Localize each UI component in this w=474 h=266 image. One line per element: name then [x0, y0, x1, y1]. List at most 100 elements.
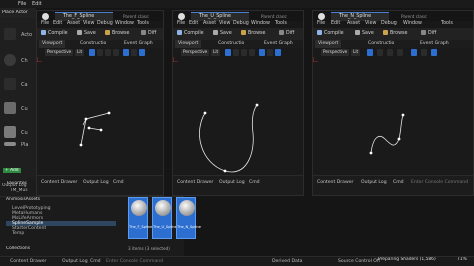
viewport[interactable]	[313, 57, 473, 175]
perspective-button[interactable]: Perspective	[45, 49, 74, 56]
move-mode-icon[interactable]	[233, 49, 239, 56]
compile-button[interactable]: Compile	[317, 30, 344, 38]
rotate-mode-icon[interactable]	[387, 49, 393, 56]
cmd-dropdown[interactable]: Cmd	[249, 180, 260, 185]
camera-icon[interactable]	[4, 78, 16, 90]
menu-edit[interactable]: Edit	[32, 1, 42, 7]
menu-window[interactable]: Window	[403, 21, 422, 26]
plane-icon[interactable]	[4, 142, 16, 146]
spline-point[interactable]	[99, 128, 103, 132]
grid-size-icon[interactable]	[131, 49, 137, 56]
menu-file[interactable]: File	[177, 21, 185, 26]
console-input[interactable]: Enter Console Command	[106, 259, 163, 264]
window-tab[interactable]: The_U_Spline	[191, 12, 249, 21]
cmd-dropdown[interactable]: Cmd	[113, 180, 124, 185]
tab-construction-script[interactable]: Constructio	[215, 40, 247, 48]
perspective-button[interactable]: Perspective	[321, 49, 350, 56]
rotation-snap-icon[interactable]	[431, 49, 437, 56]
save-button[interactable]: Save	[213, 30, 232, 38]
content-drawer-button[interactable]: Content Drawer	[41, 180, 77, 185]
actor-icon[interactable]	[4, 28, 16, 40]
tab-event-graph[interactable]: Event Graph	[121, 40, 156, 48]
menu-file[interactable]: File	[41, 21, 49, 26]
asset-tile[interactable]: The_U_Spline	[152, 197, 177, 239]
viewport[interactable]	[173, 57, 303, 175]
menu-view[interactable]: View	[219, 21, 230, 26]
scale-mode-icon[interactable]	[397, 49, 403, 56]
menu-view[interactable]: View	[365, 21, 376, 26]
console-input[interactable]: Enter Console Command	[411, 180, 468, 185]
grid-snap-icon[interactable]	[259, 49, 265, 56]
spline-point[interactable]	[84, 117, 88, 121]
spline-point[interactable]	[255, 103, 259, 107]
select-mode-icon[interactable]	[225, 49, 231, 56]
menu-debug[interactable]: Debug	[233, 21, 249, 26]
favorites-item[interactable]: TM_Mus	[10, 188, 28, 193]
spline-point[interactable]	[223, 169, 227, 173]
select-mode-icon[interactable]	[367, 49, 373, 56]
asset-tile[interactable]: The_F_Spline	[128, 197, 152, 239]
menu-edit[interactable]: Edit	[53, 21, 62, 26]
menu-debug[interactable]: Debug	[381, 21, 397, 26]
menu-file[interactable]: File	[317, 21, 325, 26]
move-mode-icon[interactable]	[377, 49, 383, 56]
output-log-button[interactable]: Output Log	[219, 180, 245, 185]
tab-construction-script[interactable]: Constructio	[365, 40, 397, 48]
spline-point[interactable]	[79, 143, 83, 147]
rotate-mode-icon[interactable]	[105, 49, 111, 56]
scale-mode-icon[interactable]	[249, 49, 255, 56]
browse-button[interactable]: Browse	[241, 30, 265, 38]
menu-asset[interactable]: Asset	[203, 21, 216, 26]
perspective-button[interactable]: Perspective	[181, 49, 210, 56]
menu-window[interactable]: Window	[115, 21, 134, 26]
content-drawer-button[interactable]: Content Drawer	[177, 180, 213, 185]
browse-button[interactable]: Browse	[383, 30, 407, 38]
menu-asset[interactable]: Asset	[67, 21, 80, 26]
rotation-snap-icon[interactable]	[275, 49, 281, 56]
save-button[interactable]: Save	[355, 30, 374, 38]
cmd-dropdown[interactable]: Cmd	[393, 180, 404, 185]
grid-size-icon[interactable]	[421, 49, 427, 56]
menu-tools[interactable]: Tools	[275, 21, 287, 26]
content-drawer-button[interactable]: Content Drawer	[317, 180, 353, 185]
spline-point[interactable]	[401, 113, 405, 117]
grid-snap-icon[interactable]	[411, 49, 417, 56]
source-control-button[interactable]: Source Control Off	[338, 259, 380, 264]
browse-button[interactable]: Browse	[105, 30, 129, 38]
tab-viewport[interactable]: Viewport	[315, 40, 342, 48]
move-mode-icon[interactable]	[97, 49, 103, 56]
diff-button[interactable]: Diff	[421, 30, 436, 38]
viewport[interactable]	[37, 57, 163, 175]
spline-point[interactable]	[107, 111, 111, 115]
menu-tools[interactable]: Tools	[137, 21, 149, 26]
menu-edit[interactable]: Edit	[331, 21, 340, 26]
lit-button[interactable]: Lit	[211, 49, 221, 56]
tab-event-graph[interactable]: Event Graph	[417, 40, 452, 48]
menu-window[interactable]: Window	[251, 21, 270, 26]
rotate-mode-icon[interactable]	[241, 49, 247, 56]
lit-button[interactable]: Lit	[75, 49, 85, 56]
tab-construction-script[interactable]: Constructio	[77, 40, 109, 48]
place-actor-tab[interactable]: Place Actor	[0, 8, 36, 18]
output-log-button[interactable]: Output Log	[62, 259, 88, 264]
menu-asset[interactable]: Asset	[347, 21, 360, 26]
menu-debug[interactable]: Debug	[97, 21, 113, 26]
spline-point[interactable]	[203, 111, 207, 115]
window-tab[interactable]: The_F_Spline	[55, 12, 113, 21]
cube-icon[interactable]	[4, 102, 16, 114]
menu-edit[interactable]: Edit	[189, 21, 198, 26]
asset-tile[interactable]: The_N_Spline	[176, 197, 201, 239]
compile-button[interactable]: Compile	[41, 30, 68, 38]
menu-view[interactable]: View	[83, 21, 94, 26]
save-button[interactable]: Save	[77, 30, 96, 38]
spline-point[interactable]	[397, 137, 401, 141]
character-icon[interactable]	[4, 54, 16, 66]
add-button[interactable]: + Add	[3, 168, 21, 173]
tab-viewport[interactable]: Viewport	[175, 40, 202, 48]
spline-point[interactable]	[87, 126, 91, 130]
tab-viewport[interactable]: Viewport	[39, 40, 66, 48]
window-tab[interactable]: The_N_Spline	[331, 12, 389, 21]
menu-tools[interactable]: Tools	[441, 21, 453, 26]
collections-header[interactable]: Collections	[6, 246, 30, 251]
cmd-dropdown[interactable]: Cmd	[90, 259, 101, 264]
